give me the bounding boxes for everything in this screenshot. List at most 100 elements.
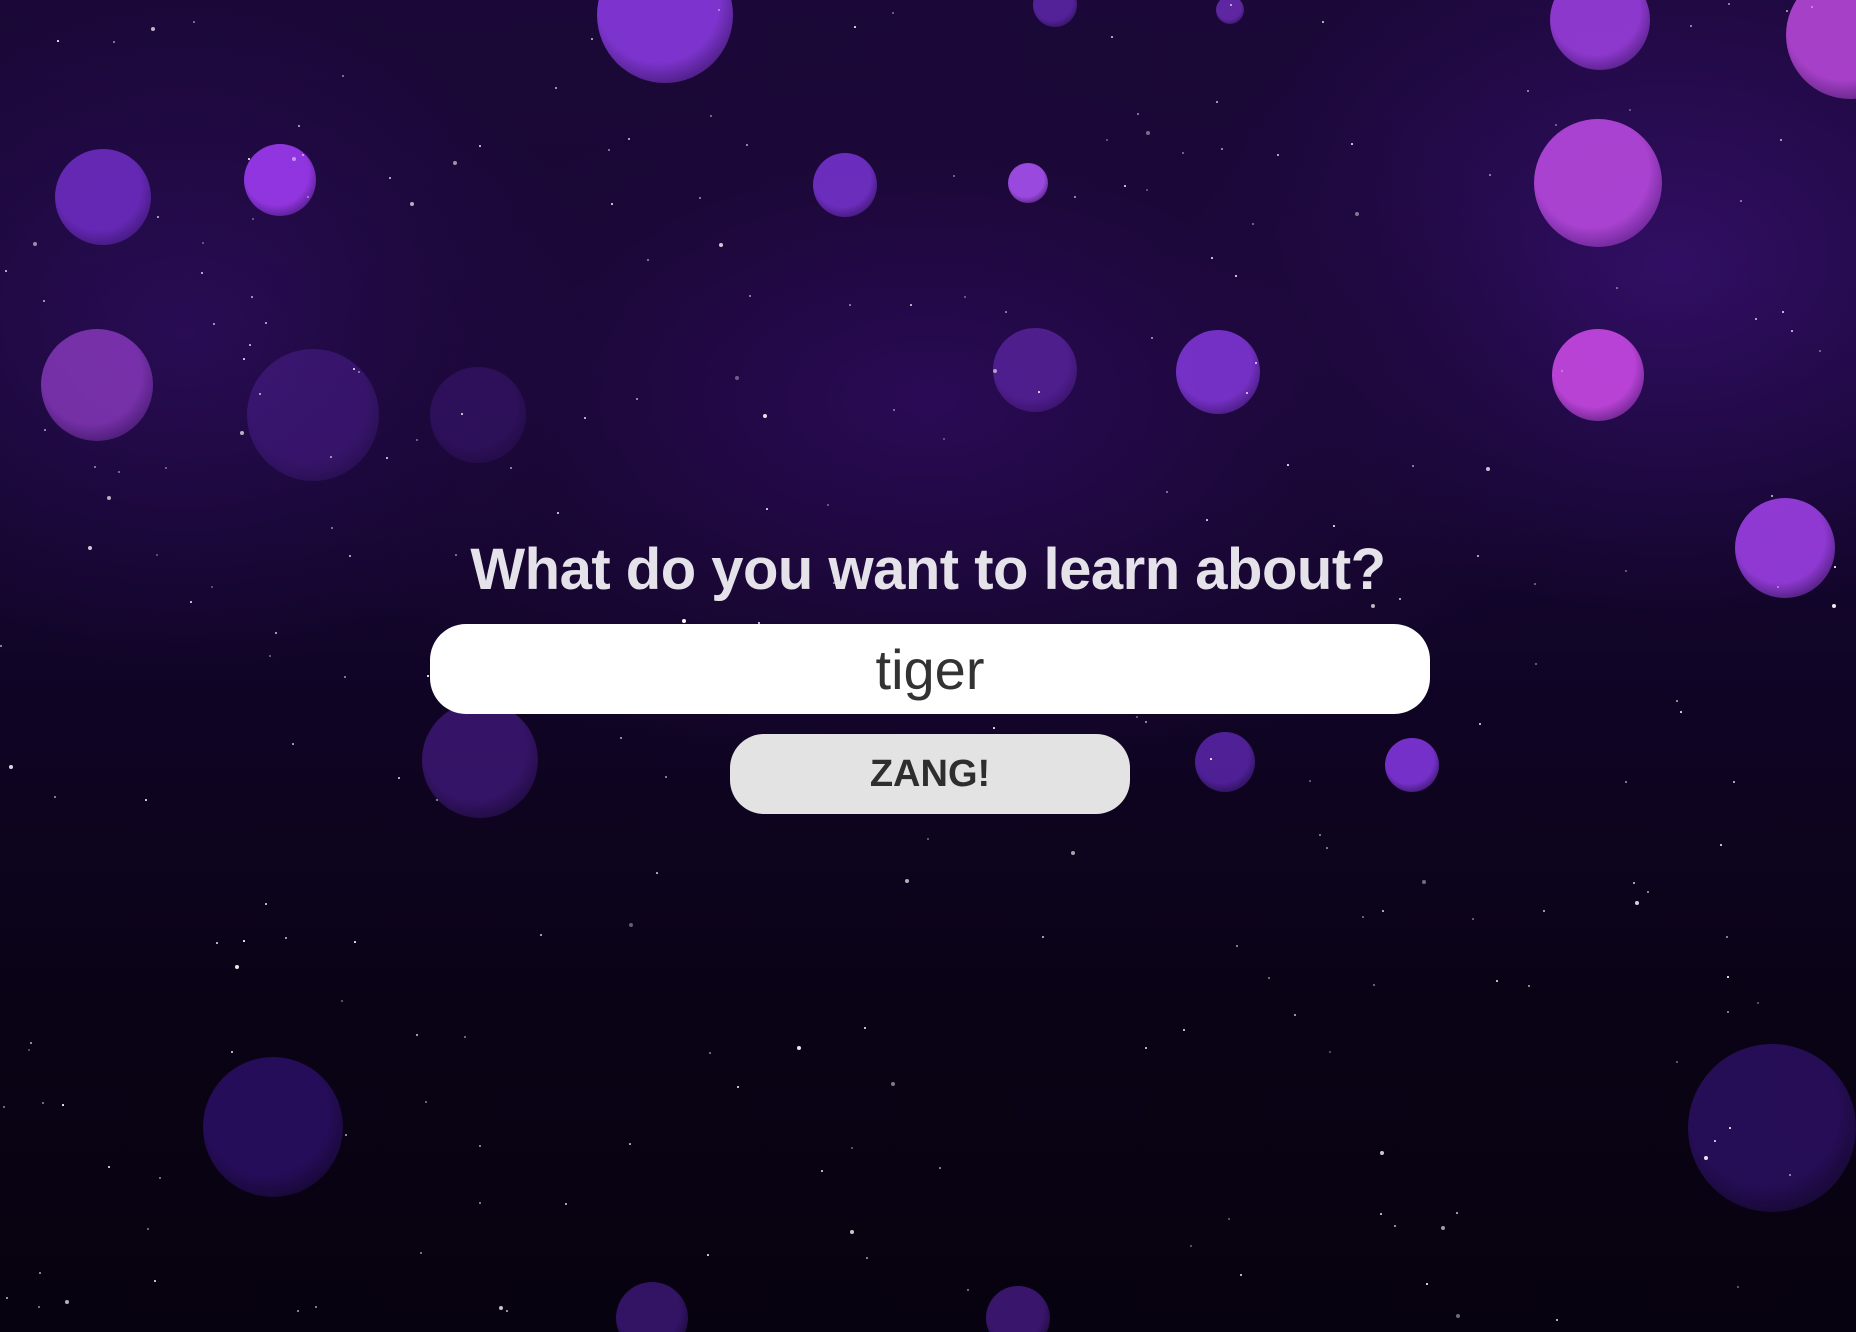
star <box>425 1101 427 1103</box>
star <box>1479 723 1481 725</box>
star <box>557 512 559 514</box>
bokeh-circle <box>1552 329 1644 421</box>
star <box>719 243 723 247</box>
star <box>905 879 909 883</box>
star <box>1486 467 1490 471</box>
star <box>821 1170 823 1172</box>
star <box>1625 781 1627 783</box>
star <box>1206 519 1208 521</box>
star <box>620 737 622 739</box>
star <box>943 438 945 440</box>
star <box>699 197 701 199</box>
star <box>499 1306 503 1310</box>
star <box>849 304 851 306</box>
star <box>827 504 829 506</box>
star <box>1294 1014 1296 1016</box>
star <box>1240 1274 1242 1276</box>
star <box>1771 495 1773 497</box>
star <box>584 417 586 419</box>
star <box>151 27 155 31</box>
page-title: What do you want to learn about? <box>470 537 1386 602</box>
star <box>540 934 542 936</box>
star <box>1543 910 1545 912</box>
star <box>953 175 955 177</box>
star <box>854 26 856 28</box>
star <box>766 508 768 510</box>
star <box>1680 711 1682 713</box>
star <box>647 259 649 261</box>
star <box>718 9 720 11</box>
star <box>866 1257 868 1259</box>
bokeh-circle <box>244 144 316 216</box>
star <box>1426 1283 1428 1285</box>
zang-button[interactable]: ZANG! <box>730 734 1130 814</box>
star <box>6 1297 8 1299</box>
star <box>107 496 111 500</box>
star <box>147 1228 149 1230</box>
star <box>330 456 332 458</box>
star <box>0 645 2 647</box>
star <box>33 242 37 246</box>
star <box>892 12 894 14</box>
bokeh-circle <box>1176 330 1260 414</box>
star <box>44 429 46 431</box>
search-input[interactable] <box>430 624 1430 714</box>
star <box>38 1306 40 1308</box>
bokeh-circle <box>597 0 733 83</box>
star <box>118 471 120 473</box>
star <box>1287 464 1289 466</box>
star <box>510 467 512 469</box>
star <box>479 1145 481 1147</box>
star <box>410 202 414 206</box>
star <box>315 1306 317 1308</box>
bokeh-circle <box>1195 732 1255 792</box>
star <box>628 138 630 140</box>
star <box>461 413 463 415</box>
star <box>1757 1002 1759 1004</box>
star <box>427 675 429 677</box>
bokeh-circle <box>986 1286 1050 1332</box>
star <box>1145 1047 1147 1049</box>
star <box>259 393 261 395</box>
star <box>307 196 309 198</box>
star <box>1351 143 1353 145</box>
star <box>1210 758 1212 760</box>
star <box>893 409 895 411</box>
bokeh-circle <box>422 702 538 818</box>
star <box>1319 834 1321 836</box>
star <box>249 344 251 346</box>
star <box>967 1289 969 1291</box>
space-background: What do you want to learn about? ZANG! <box>0 0 1856 1332</box>
star <box>927 838 929 840</box>
star <box>1737 1286 1739 1288</box>
star <box>1183 1029 1185 1031</box>
star <box>344 676 346 678</box>
star <box>1729 1127 1731 1129</box>
star <box>1111 36 1113 38</box>
star <box>1268 977 1270 979</box>
star <box>1496 980 1498 982</box>
bokeh-circle <box>41 329 153 441</box>
bokeh-circle <box>1550 0 1650 70</box>
star <box>353 368 355 370</box>
star <box>1380 1213 1382 1215</box>
star <box>910 304 912 306</box>
star <box>386 457 388 459</box>
star <box>453 161 457 165</box>
star <box>1355 212 1359 216</box>
star <box>682 619 686 623</box>
star <box>1309 780 1311 782</box>
star <box>108 1166 110 1168</box>
star <box>1791 330 1793 332</box>
star <box>479 145 481 147</box>
star <box>1556 1319 1558 1321</box>
star <box>145 799 147 801</box>
star <box>1371 604 1375 608</box>
star <box>1456 1212 1458 1214</box>
star <box>1633 882 1635 884</box>
star <box>5 270 7 272</box>
star <box>341 1000 343 1002</box>
star <box>1074 196 1076 198</box>
star <box>964 296 966 298</box>
star <box>285 937 287 939</box>
